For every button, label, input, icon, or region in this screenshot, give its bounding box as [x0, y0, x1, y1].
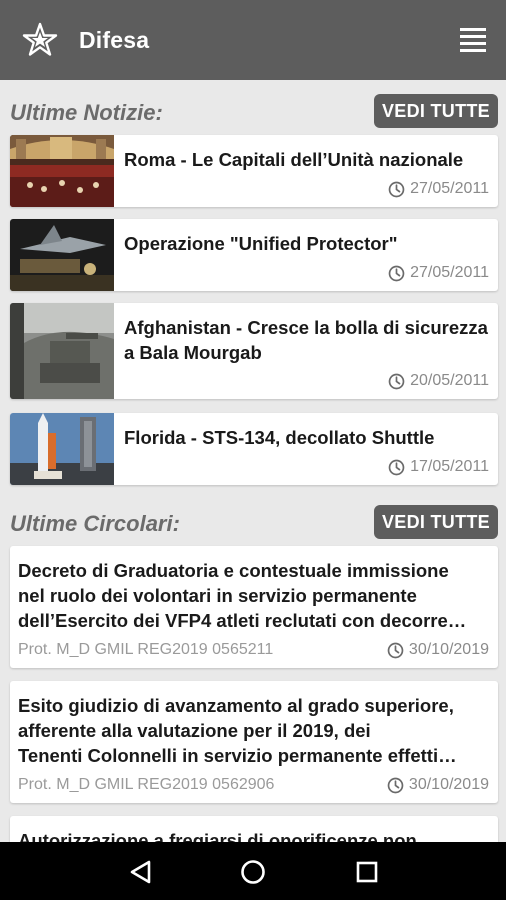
news-date: 20/05/2011 [388, 372, 489, 390]
news-card[interactable]: Operazione "Unified Protector" 27/05/201… [10, 219, 498, 291]
clock-icon [388, 373, 405, 389]
news-date: 17/05/2011 [388, 458, 489, 476]
news-card[interactable]: Florida - STS-134, decollato Shuttle 17/… [10, 413, 498, 485]
recents-square-icon[interactable] [354, 859, 380, 885]
circolare-title: Autorizzazione a fregiarsi di onorificen… [18, 828, 490, 842]
star-emblem-icon [22, 22, 58, 56]
news-date: 27/05/2011 [388, 264, 489, 282]
news-date: 27/05/2011 [388, 180, 489, 198]
news-thumbnail [10, 219, 114, 291]
circolare-title-line: dell’Esercito dei VFP4 atleti reclutati … [18, 610, 467, 631]
circolare-title-line: Esito giudizio di avanzamento al grado s… [18, 695, 454, 716]
clock-icon [387, 642, 404, 658]
news-see-all-button[interactable]: VEDI TUTTE [373, 94, 498, 128]
news-date-text: 27/05/2011 [410, 180, 489, 197]
circolare-title: Decreto di Graduatoria e contestuale imm… [18, 558, 490, 633]
news-thumbnail [10, 303, 114, 399]
news-section-header: Ultime Notizie: VEDI TUTTE [10, 94, 498, 130]
app-bar: Difesa [0, 0, 506, 80]
circolare-title-line: Decreto di Graduatoria e contestuale imm… [18, 560, 449, 581]
news-title: Operazione "Unified Protector" [124, 233, 398, 254]
circolare-title-line: afferente alla valutazione per il 2019, … [18, 720, 371, 741]
news-card[interactable]: Afghanistan - Cresce la bolla di sicurez… [10, 303, 498, 399]
news-date-text: 27/05/2011 [410, 264, 489, 281]
app-title: Difesa [79, 26, 150, 53]
news-title: Afghanistan - Cresce la bolla di sicurez… [124, 317, 488, 363]
circolare-card[interactable]: Autorizzazione a fregiarsi di onorificen… [10, 816, 498, 842]
hamburger-menu-icon[interactable] [460, 28, 486, 52]
news-section-label: Ultime Notizie: [10, 100, 163, 125]
circolare-title-line: nel ruolo dei volontari in servizio perm… [18, 585, 417, 606]
circolare-date: 30/10/2019 [387, 641, 489, 659]
news-card[interactable]: Roma - Le Capitali dell’Unità nazionale … [10, 135, 498, 207]
clock-icon [388, 459, 405, 475]
news-title: Roma - Le Capitali dell’Unità nazionale [124, 149, 464, 170]
clock-icon [388, 265, 405, 281]
news-thumbnail [10, 135, 114, 207]
circolare-date-text: 30/10/2019 [408, 776, 489, 793]
news-thumbnail [10, 413, 114, 485]
circolare-title-line: Autorizzazione a fregiarsi di onorificen… [18, 830, 417, 842]
circolare-card[interactable]: Esito giudizio di avanzamento al grado s… [10, 681, 498, 803]
news-title: Florida - STS-134, decollato Shuttle [124, 427, 435, 448]
news-date-text: 20/05/2011 [410, 372, 489, 389]
circolari-see-all-button[interactable]: VEDI TUTTE [373, 505, 498, 539]
home-circle-icon[interactable] [240, 859, 266, 885]
circolare-card[interactable]: Decreto di Graduatoria e contestuale imm… [10, 546, 498, 668]
circolare-protocol: Prot. M_D GMIL REG2019 0565211 [18, 641, 274, 658]
news-date-text: 17/05/2011 [410, 458, 489, 475]
circolare-date: 30/10/2019 [387, 776, 489, 794]
circolari-section-label: Ultime Circolari: [10, 511, 180, 536]
back-triangle-icon[interactable] [128, 859, 154, 885]
circolare-title-line: Tenenti Colonnelli in servizio permanent… [18, 745, 457, 766]
circolare-title: Esito giudizio di avanzamento al grado s… [18, 693, 490, 768]
system-nav-bar [0, 842, 506, 900]
circolare-date-text: 30/10/2019 [408, 641, 489, 658]
circolare-protocol: Prot. M_D GMIL REG2019 0562906 [18, 776, 275, 793]
clock-icon [388, 181, 405, 197]
circolari-section-header: Ultime Circolari: VEDI TUTTE [10, 505, 498, 541]
clock-icon [387, 777, 404, 793]
main-content[interactable]: Ultime Notizie: VEDI TUTTE Roma - Le Cap… [0, 80, 506, 842]
